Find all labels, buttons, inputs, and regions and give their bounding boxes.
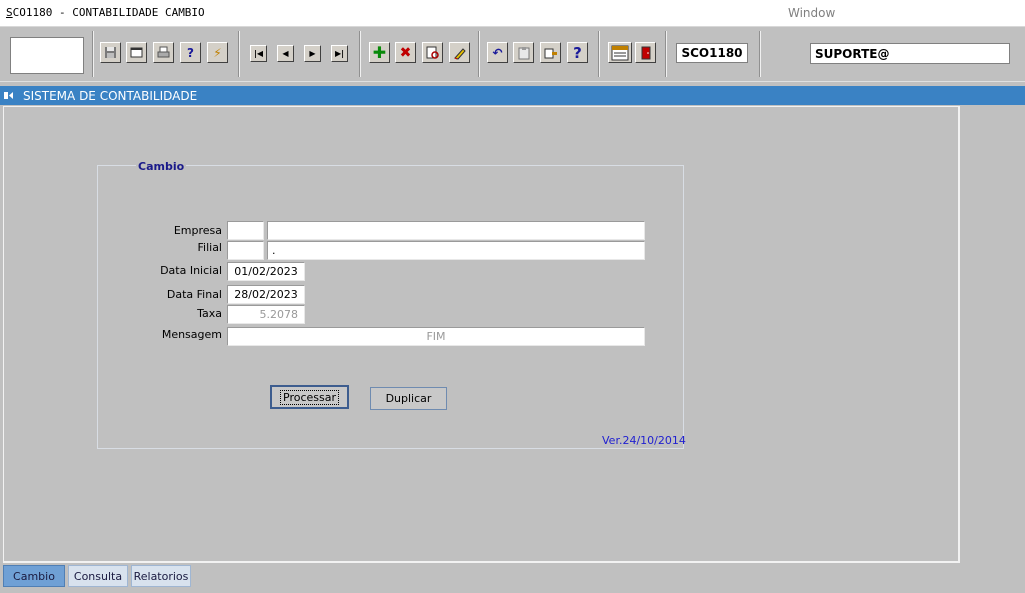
duplicar-button[interactable]: Duplicar bbox=[370, 387, 447, 410]
print-icon[interactable] bbox=[153, 42, 174, 63]
version-label: Ver.24/10/2014 bbox=[602, 434, 686, 447]
empresa-code-field[interactable] bbox=[227, 221, 264, 240]
menu-bar: SCO1180 - CONTABILIDADE CAMBIO Window bbox=[0, 0, 1025, 27]
processar-button[interactable]: Processar bbox=[270, 385, 349, 409]
data-inicial-label: Data Inicial bbox=[160, 264, 222, 277]
list-values-icon[interactable] bbox=[540, 42, 561, 63]
first-record-icon[interactable]: |◀ bbox=[250, 45, 267, 62]
window-menu[interactable]: Window bbox=[788, 6, 835, 20]
logo-box bbox=[10, 37, 84, 74]
empresa-label: Empresa bbox=[173, 224, 222, 237]
taxa-field: 5.2078 bbox=[227, 305, 305, 324]
group-title: Cambio bbox=[136, 160, 187, 173]
window-titlebar: SISTEMA DE CONTABILIDADE bbox=[0, 86, 1025, 105]
tab-relatorios[interactable]: Relatorios bbox=[131, 565, 191, 587]
last-record-icon[interactable]: ▶| bbox=[331, 45, 348, 62]
data-final-field[interactable]: 28/02/2023 bbox=[227, 285, 305, 304]
toolbar-separator bbox=[598, 31, 600, 77]
user-field: SUPORTE@ bbox=[810, 43, 1010, 64]
toolbar: ? ⚡ |◀ ◀ ▶ ▶| ✚ ✖ ↶ ? SCO1180 SUPORTE@ bbox=[0, 27, 1025, 82]
clear-record-icon[interactable] bbox=[449, 42, 470, 63]
toolbar-separator bbox=[665, 31, 667, 77]
module-code: SCO1180 bbox=[676, 43, 748, 63]
undo-icon[interactable]: ↶ bbox=[487, 42, 508, 63]
menu-icon[interactable] bbox=[608, 42, 632, 63]
tab-cambio[interactable]: Cambio bbox=[3, 565, 65, 587]
mensagem-field: FIM bbox=[227, 327, 645, 346]
previous-record-icon[interactable]: ◀ bbox=[277, 45, 294, 62]
taxa-label: Taxa bbox=[197, 307, 222, 320]
data-inicial-field[interactable]: 01/02/2023 bbox=[227, 262, 305, 281]
execute-query-icon[interactable]: ⚡ bbox=[207, 42, 228, 63]
window-icon[interactable] bbox=[126, 42, 147, 63]
filial-code-field[interactable] bbox=[227, 241, 264, 260]
clipboard-icon[interactable] bbox=[513, 42, 534, 63]
filial-label: Filial bbox=[197, 241, 223, 254]
mensagem-label: Mensagem bbox=[161, 328, 222, 341]
window-menu-icon[interactable] bbox=[4, 91, 14, 100]
toolbar-separator bbox=[359, 31, 361, 77]
help-query-icon[interactable]: ? bbox=[180, 42, 201, 63]
exit-icon[interactable] bbox=[635, 42, 656, 63]
filial-name-field[interactable]: . bbox=[267, 241, 645, 260]
toolbar-separator bbox=[92, 31, 94, 77]
tab-consulta[interactable]: Consulta bbox=[68, 565, 128, 587]
save-icon[interactable] bbox=[100, 42, 121, 63]
toolbar-separator bbox=[478, 31, 480, 77]
search-record-icon[interactable] bbox=[422, 42, 443, 63]
empresa-name-field[interactable] bbox=[267, 221, 645, 240]
delete-record-icon[interactable]: ✖ bbox=[395, 42, 416, 63]
toolbar-separator bbox=[238, 31, 240, 77]
data-final-label: Data Final bbox=[166, 288, 222, 301]
toolbar-separator bbox=[759, 31, 761, 77]
insert-record-icon[interactable]: ✚ bbox=[369, 42, 390, 63]
next-record-icon[interactable]: ▶ bbox=[304, 45, 321, 62]
window-title: SISTEMA DE CONTABILIDADE bbox=[23, 89, 198, 103]
app-title: SCO1180 - CONTABILIDADE CAMBIO bbox=[6, 6, 205, 19]
help-icon[interactable]: ? bbox=[567, 42, 588, 63]
